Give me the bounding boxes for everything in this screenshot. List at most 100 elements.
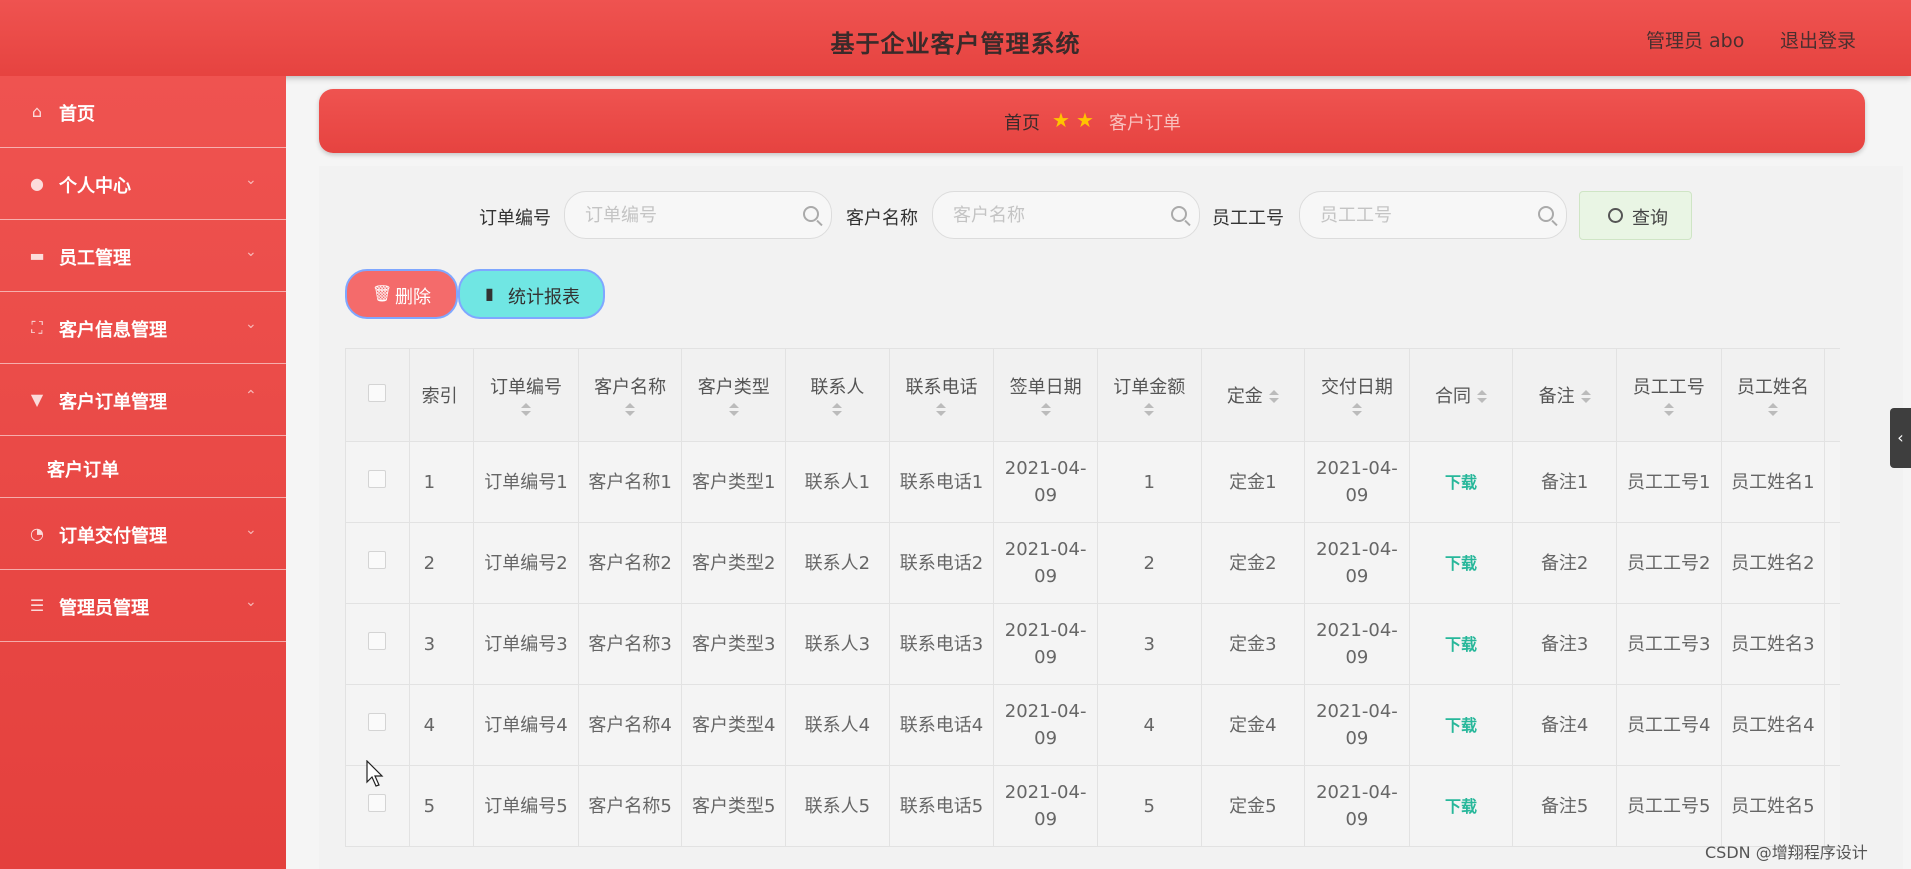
sidebar-item-admins[interactable]: ☰ 管理员管理 ⌄ — [0, 570, 286, 642]
collapse-panel-tab[interactable]: ‹ — [1890, 408, 1911, 468]
table-row: 4 订单编号4 客户名称4 客户类型4 联系人4 联系电话4 2021-04-0… — [345, 684, 1840, 766]
checkbox[interactable] — [368, 550, 387, 569]
col-emp-no[interactable]: 员工工号 — [1615, 348, 1722, 442]
sort-icon[interactable] — [625, 403, 636, 417]
sidebar-item-label: 客户订单管理 — [59, 392, 167, 413]
col-order-no[interactable]: 订单编号 — [473, 348, 579, 442]
sidebar-item-order-delivery[interactable]: ◔ 订单交付管理 ⌄ — [0, 498, 286, 570]
download-link[interactable]: 下载 — [1445, 797, 1477, 816]
col-amount[interactable]: 订单金额 — [1096, 348, 1202, 442]
cell-amount: 1 — [1096, 441, 1202, 523]
query-button[interactable]: 查询 — [1579, 191, 1692, 240]
customer-name-field[interactable] — [932, 191, 1200, 239]
download-link[interactable]: 下载 — [1445, 473, 1477, 492]
delete-button[interactable]: 🗑 删除 — [345, 269, 458, 319]
cell-sign-date: 2021-04-09 — [993, 684, 1098, 766]
sort-icon[interactable] — [1477, 390, 1488, 404]
sidebar-item-customer-info[interactable]: ⛶ 客户信息管理 ⌄ — [0, 292, 286, 364]
col-remark[interactable]: 备注 — [1512, 348, 1617, 442]
row-select[interactable] — [345, 441, 410, 523]
briefcase-icon: ▬ — [29, 246, 45, 265]
sort-icon[interactable] — [936, 403, 947, 417]
cell-phone: 联系电话1 — [888, 441, 995, 523]
col-sign-date[interactable]: 签单日期 — [993, 348, 1098, 442]
sidebar-subitem-customer-order[interactable]: 客户订单 — [0, 436, 286, 498]
col-customer-type[interactable]: 客户类型 — [681, 348, 787, 442]
cell-actions — [1824, 765, 1840, 847]
sidebar-item-label: 客户信息管理 — [59, 320, 167, 341]
sort-icon[interactable] — [1580, 390, 1591, 404]
col-contract[interactable]: 合同 — [1408, 348, 1514, 442]
download-link[interactable]: 下载 — [1445, 716, 1477, 735]
stats-report-button[interactable]: ▮ 统计报表 — [458, 269, 605, 319]
cell-contract: 下载 — [1408, 765, 1514, 847]
sort-icon[interactable] — [1040, 403, 1051, 417]
search-icon — [1538, 206, 1554, 222]
sidebar-item-home[interactable]: ⌂ 首页 — [0, 76, 286, 148]
cell-index: 1 — [408, 441, 475, 523]
sidebar-item-employees[interactable]: ▬ 员工管理 ⌄ — [0, 220, 286, 292]
col-customer-name[interactable]: 客户名称 — [577, 348, 683, 442]
sort-icon[interactable] — [1351, 403, 1362, 417]
sort-icon[interactable] — [1663, 403, 1674, 417]
logout-link[interactable]: 退出登录 — [1780, 26, 1856, 53]
sort-icon[interactable] — [728, 403, 739, 417]
breadcrumb-home[interactable]: 首页 — [1004, 109, 1040, 135]
cell-actions — [1824, 603, 1840, 685]
cell-remark: 备注4 — [1512, 684, 1617, 766]
sort-icon[interactable] — [1268, 390, 1279, 404]
emp-no-field[interactable] — [1299, 191, 1567, 239]
chevron-down-icon: ⌄ — [245, 594, 257, 610]
customer-name-input[interactable] — [933, 192, 1199, 238]
col-actions — [1824, 348, 1840, 442]
cell-remark: 备注1 — [1512, 441, 1617, 523]
cell-phone: 联系电话5 — [888, 765, 995, 847]
table-row: 2 订单编号2 客户名称2 客户类型2 联系人2 联系电话2 2021-04-0… — [345, 522, 1840, 604]
col-deposit[interactable]: 定金 — [1200, 348, 1306, 442]
chevron-down-icon: ⌄ — [245, 316, 257, 332]
checkbox[interactable] — [368, 631, 387, 650]
query-button-label: 查询 — [1632, 208, 1668, 229]
row-select[interactable] — [345, 684, 410, 766]
col-delivery-date[interactable]: 交付日期 — [1304, 348, 1410, 442]
sort-icon[interactable] — [1144, 403, 1155, 417]
col-phone[interactable]: 联系电话 — [888, 348, 995, 442]
cell-order-no: 订单编号3 — [473, 603, 579, 685]
download-link[interactable]: 下载 — [1445, 635, 1477, 654]
cell-emp-no: 员工工号2 — [1615, 522, 1722, 604]
order-no-field[interactable] — [564, 191, 832, 239]
sidebar-item-profile[interactable]: ● 个人中心 ⌄ — [0, 148, 286, 220]
row-select[interactable] — [345, 603, 410, 685]
cell-order-no: 订单编号1 — [473, 441, 579, 523]
checkbox[interactable] — [368, 793, 387, 812]
cell-phone: 联系电话2 — [888, 522, 995, 604]
sort-icon[interactable] — [832, 403, 843, 417]
cell-delivery-date: 2021-04-09 — [1304, 603, 1410, 685]
download-link[interactable]: 下载 — [1445, 554, 1477, 573]
row-select[interactable] — [345, 522, 410, 604]
sort-icon[interactable] — [521, 403, 532, 417]
cell-customer-type: 客户类型2 — [681, 522, 787, 604]
checkbox[interactable] — [368, 383, 387, 402]
sidebar-item-customer-orders[interactable]: ▼ 客户订单管理 ⌃ — [0, 364, 286, 436]
orders-table: 索引 订单编号 客户名称 客户类型 联系人 联系电话 签单日期 订单金额 定金 … — [345, 348, 1840, 847]
sort-icon[interactable] — [1767, 403, 1778, 417]
sidebar-item-label: 管理员管理 — [59, 598, 149, 619]
cell-order-no: 订单编号4 — [473, 684, 579, 766]
col-contact[interactable]: 联系人 — [785, 348, 890, 442]
emp-no-input[interactable] — [1300, 192, 1566, 238]
select-all-checkbox[interactable] — [345, 348, 410, 442]
sidebar-subitem-label: 客户订单 — [47, 460, 119, 481]
col-emp-name[interactable]: 员工姓名 — [1720, 348, 1826, 442]
cell-sign-date: 2021-04-09 — [993, 603, 1098, 685]
cell-index: 3 — [408, 603, 475, 685]
cell-index: 5 — [408, 765, 475, 847]
col-label: 客户名称 — [594, 377, 667, 398]
checkbox[interactable] — [368, 712, 387, 731]
order-no-input[interactable] — [565, 192, 831, 238]
checkbox[interactable] — [368, 469, 387, 488]
cell-actions — [1824, 684, 1840, 766]
cell-customer-type: 客户类型3 — [681, 603, 787, 685]
cell-delivery-date: 2021-04-09 — [1304, 441, 1410, 523]
chevron-left-icon: ‹ — [1897, 428, 1904, 447]
